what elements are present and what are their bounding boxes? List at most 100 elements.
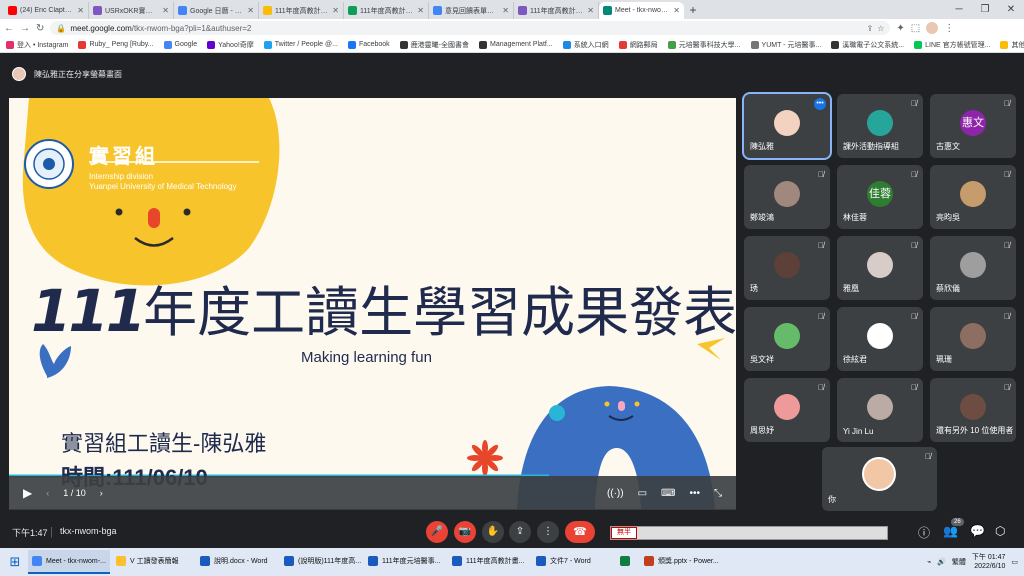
address-bar[interactable]: 🔒 meet.google.com/tkx-nwom-bga?pli=1&aut…: [50, 21, 891, 35]
prev-slide-icon[interactable]: ‹: [46, 488, 49, 498]
bookmark-favicon-icon: [667, 40, 676, 49]
bookmark-item[interactable]: Google: [163, 40, 197, 49]
participant-tile[interactable]: 🎙̸ 佳蓉 林佳蓉: [837, 165, 923, 229]
tray-clock[interactable]: 下午 01:47 2022/6/10: [972, 553, 1005, 571]
participant-tile[interactable]: 🎙̸ 吳文祥: [744, 307, 830, 371]
taskbar-item[interactable]: 頒獎.pptx - Power...: [640, 550, 722, 574]
taskbar-item[interactable]: V 工讀發表簡報: [112, 550, 194, 574]
bookmark-item[interactable]: Twitter / People @...: [263, 40, 338, 49]
windows-start-icon[interactable]: ⊞: [4, 551, 26, 573]
tab-close-icon[interactable]: ✕: [587, 6, 594, 15]
ime-indicator[interactable]: 繁體: [952, 557, 966, 567]
menu-icon[interactable]: ⋮: [944, 23, 954, 34]
bookmark-item[interactable]: 網路郵局: [618, 40, 658, 50]
back-icon[interactable]: ←: [4, 23, 14, 34]
notification-icon[interactable]: ▭: [1011, 558, 1018, 566]
bookmark-item[interactable]: Ruby_ Peng [Ruby...: [78, 40, 154, 49]
bookmark-item[interactable]: Facebook: [347, 40, 390, 49]
volume-icon[interactable]: 🔊: [937, 558, 946, 566]
browser-tab[interactable]: 111年度高教計畫工讀生...✕: [344, 2, 429, 19]
people-icon[interactable]: 👥: [943, 524, 958, 538]
caption-icon[interactable]: ▭: [638, 488, 647, 499]
reload-icon[interactable]: ↻: [36, 23, 44, 34]
tab-close-icon[interactable]: ✕: [332, 6, 339, 15]
slide-presenter: 實習組工讀生-陳弘雅: [61, 431, 267, 456]
participant-tile[interactable]: 🎙̸ 課外活動指導組: [837, 94, 923, 158]
tab-close-icon[interactable]: ✕: [162, 6, 169, 15]
participant-tile[interactable]: 🎙̸ 珮珊: [930, 307, 1016, 371]
browser-tab[interactable]: (24) Eric Clapton, Micha...✕: [4, 2, 89, 19]
play-icon[interactable]: ▶: [23, 486, 32, 500]
browser-tab[interactable]: Meet - tkx-nwom-b...✕: [599, 2, 684, 19]
keyboard-icon[interactable]: ⌨: [661, 488, 675, 499]
camera-off-button[interactable]: 📷: [454, 521, 476, 543]
participant-tile[interactable]: 🎙̸ 琇: [744, 236, 830, 300]
tab-close-icon[interactable]: ✕: [77, 6, 84, 15]
close-window-icon[interactable]: ✕: [998, 4, 1024, 15]
participant-tile[interactable]: 🎙̸ 惠文 古惠文: [930, 94, 1016, 158]
more-actions-button[interactable]: ⋮: [537, 521, 559, 543]
browser-tab[interactable]: 111年度高教計畫工讀生...✕: [259, 2, 344, 19]
extensions-icon[interactable]: ✦: [896, 23, 904, 34]
participant-tile[interactable]: ••• 陳弘雅: [742, 92, 832, 160]
taskbar-item[interactable]: 111年度元培醫事...: [364, 550, 446, 574]
bookmark-item[interactable]: 元培醫事科技大學...: [667, 40, 741, 50]
puzzle-icon[interactable]: ⬚: [911, 23, 920, 34]
tab-title: 111年度高教計畫工讀生學...: [530, 7, 584, 15]
network-icon[interactable]: ⌁: [927, 558, 931, 566]
participant-tile[interactable]: 🎙̸ 鄭竣鴻: [744, 165, 830, 229]
taskbar-item[interactable]: Meet - tkx-nwom-...: [28, 550, 110, 574]
tab-close-icon[interactable]: ✕: [502, 6, 509, 15]
self-view-tile[interactable]: 🎙̸ 你: [822, 447, 937, 511]
chat-icon[interactable]: 💬: [970, 524, 985, 538]
next-slide-icon[interactable]: ›: [100, 488, 103, 498]
tab-close-icon[interactable]: ✕: [247, 6, 254, 15]
present-button[interactable]: ⇪: [509, 521, 531, 543]
bookmark-item[interactable]: 其他書籤: [1000, 40, 1024, 50]
activities-icon[interactable]: ⬡: [995, 524, 1005, 538]
raise-hand-button[interactable]: ✋: [482, 521, 504, 543]
bookmark-item[interactable]: YUMT - 元培醫事...: [750, 40, 821, 50]
bookmark-item[interactable]: 溪職電子公文系統...: [831, 40, 904, 50]
tab-close-icon[interactable]: ✕: [673, 6, 680, 15]
maximize-icon[interactable]: ❐: [972, 4, 998, 15]
ime-mode-label[interactable]: 無半: [611, 527, 637, 539]
audio-icon[interactable]: ((·)): [607, 488, 624, 499]
participant-tile[interactable]: 🎙̸ 周思妤: [744, 378, 830, 442]
bookmark-item[interactable]: 鹿港靈曦-全國書會: [399, 40, 469, 50]
profile-avatar[interactable]: [926, 22, 939, 34]
mic-off-button[interactable]: 🎤: [426, 521, 448, 543]
exit-fullscreen-icon[interactable]: ⤡: [714, 488, 722, 499]
participant-tile[interactable]: 🎙̸ 雅凰: [837, 236, 923, 300]
minimize-icon[interactable]: ─: [946, 4, 972, 15]
info-icon[interactable]: ⓘ: [918, 524, 930, 541]
tab-close-icon[interactable]: ✕: [417, 6, 424, 15]
bookmark-item[interactable]: Yahoo!奇摩: [207, 40, 254, 50]
participant-tile[interactable]: 🎙̸ 蔡欣儀: [930, 236, 1016, 300]
taskbar-item[interactable]: 文件7 - Word: [532, 550, 614, 574]
bookmark-label: 登入 • Instagram: [17, 41, 69, 49]
tile-more-icon[interactable]: •••: [814, 98, 826, 110]
browser-tab[interactable]: USRxOKR實踐運用樣上工...✕: [89, 2, 174, 19]
new-tab-button[interactable]: +: [684, 2, 702, 19]
more-options-icon[interactable]: •••: [689, 488, 700, 499]
participant-tile[interactable]: 🎙̸ Yi Jin Lu: [837, 378, 923, 442]
bookmark-item[interactable]: Management Platf...: [479, 40, 553, 49]
taskbar-item[interactable]: 說明.docx - Word: [196, 550, 278, 574]
hang-up-button[interactable]: ☎: [565, 521, 595, 543]
share-icon[interactable]: ⇪: [867, 24, 874, 33]
forward-icon[interactable]: →: [20, 23, 30, 34]
participant-tile[interactable]: 🎙̸ 還有另外 10 位使用者: [930, 378, 1016, 442]
browser-tab[interactable]: 意見回饋表單網址-0609...✕: [429, 2, 514, 19]
taskbar-item[interactable]: [616, 550, 638, 574]
browser-tab[interactable]: 111年度高教計畫工讀生學...✕: [514, 2, 599, 19]
taskbar-item[interactable]: 111年度高教計畫...: [448, 550, 530, 574]
taskbar-item[interactable]: (說明版)111年度高...: [280, 550, 362, 574]
browser-tab[interactable]: Google 日曆 - 活動詳細資...✕: [174, 2, 259, 19]
bookmark-star-icon[interactable]: ☆: [877, 24, 884, 33]
participant-tile[interactable]: 🎙̸ 亮昀吳: [930, 165, 1016, 229]
participant-tile[interactable]: 🎙̸ 徐絃君: [837, 307, 923, 371]
bookmark-item[interactable]: LINE 官方帳號管理...: [914, 40, 990, 50]
bookmark-item[interactable]: 登入 • Instagram: [6, 40, 68, 50]
bookmark-item[interactable]: 系統入口網: [562, 40, 609, 50]
